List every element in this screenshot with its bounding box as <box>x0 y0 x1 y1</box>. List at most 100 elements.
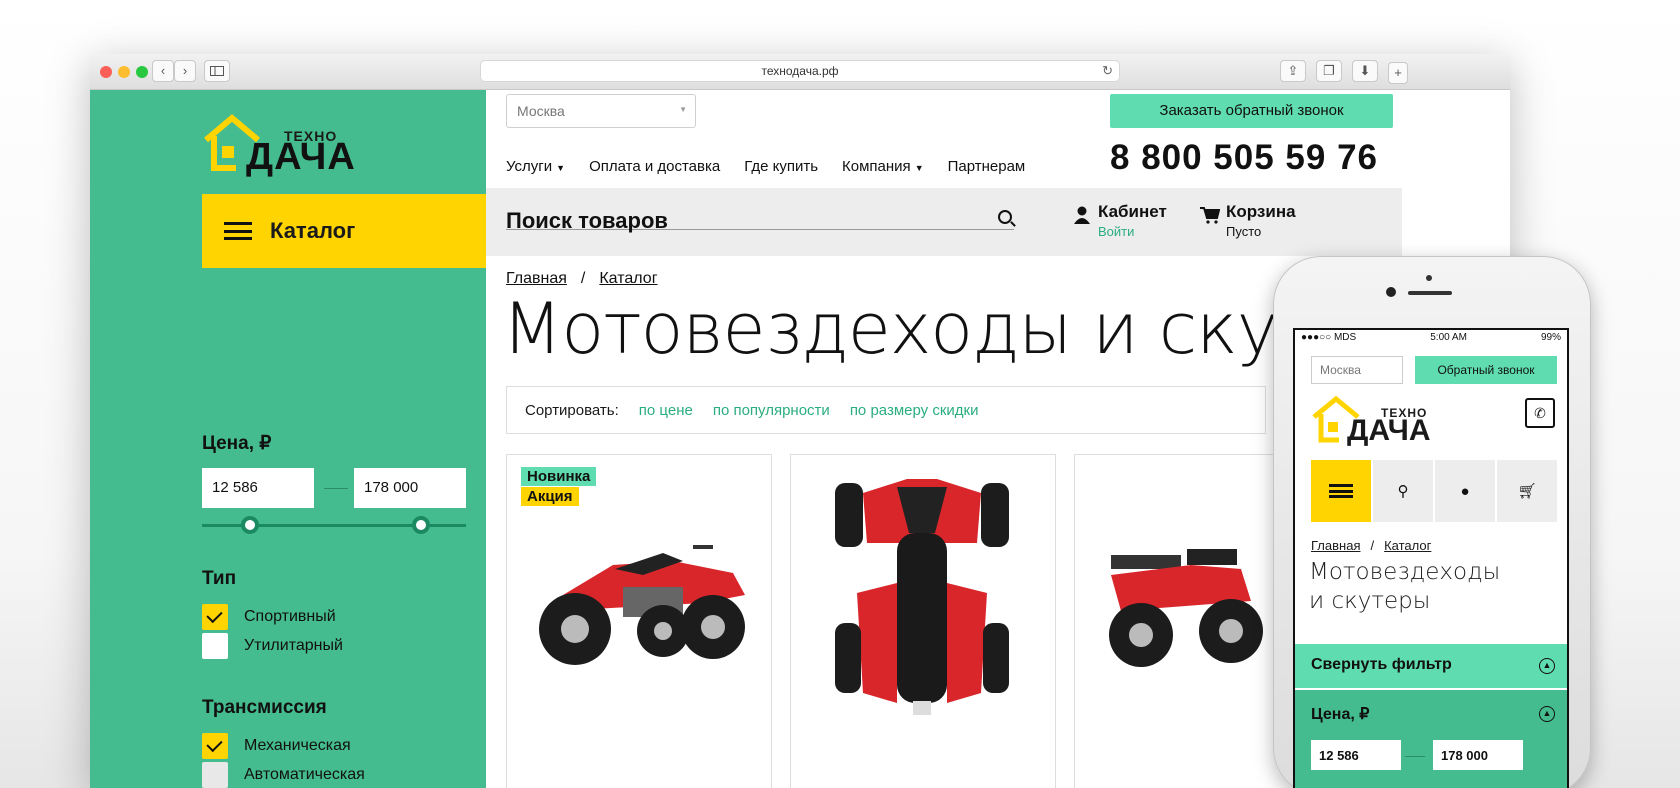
atv-side-image <box>539 545 745 665</box>
cart-status: Пусто <box>1226 224 1262 239</box>
mobile-site-logo[interactable]: ТЕХНО ДАЧА <box>1311 394 1451 448</box>
price-min-input[interactable]: 12 586 <box>202 468 314 508</box>
forward-icon[interactable]: › <box>174 60 196 82</box>
mobile-user-button[interactable]: ● <box>1435 460 1495 522</box>
sort-by-popularity[interactable]: по популярности <box>713 402 830 419</box>
sort-by-price[interactable]: по цене <box>639 402 693 419</box>
logo-dacha-text: ДАЧА <box>246 136 356 178</box>
close-window-button[interactable] <box>100 66 112 78</box>
atv-utility-image <box>1109 549 1263 667</box>
tabs-overview-icon[interactable]: ❐ <box>1316 60 1342 82</box>
logo-dacha-text: ДАЧА <box>1347 414 1431 447</box>
breadcrumb-catalog[interactable]: Каталог <box>1384 538 1431 553</box>
mobile-battery: 99% <box>1540 332 1561 343</box>
transmission-filter-title: Трансмиссия <box>202 697 327 718</box>
price-slider-min-handle[interactable] <box>240 516 259 534</box>
sort-by-discount[interactable]: по размеру скидки <box>850 402 979 419</box>
new-tab-icon[interactable]: + <box>1388 62 1408 84</box>
nav-item-payment[interactable]: Оплата и доставка <box>589 158 720 175</box>
search-input[interactable]: Поиск товаров <box>506 208 1014 233</box>
mobile-tab-bar: ⚲ ● 🛒︎ <box>1311 460 1557 522</box>
atv-top-image <box>835 479 1009 715</box>
city-select-value: Москва <box>517 103 565 119</box>
price-range-dash <box>1405 756 1425 757</box>
breadcrumb: Главная / Каталог <box>506 270 658 287</box>
mobile-price-min-input[interactable]: 12 586 <box>1311 740 1401 770</box>
product-card[interactable]: Новинка Акция <box>506 454 772 788</box>
cart-link[interactable]: Корзина Пусто <box>1226 202 1296 239</box>
price-max-input[interactable]: 178 000 <box>354 468 466 508</box>
chevron-down-icon: ▼ <box>679 105 687 114</box>
city-select[interactable]: Москва ▼ <box>506 94 696 128</box>
checkbox-manual[interactable] <box>202 733 228 759</box>
phone-camera <box>1386 287 1396 297</box>
address-bar[interactable]: технодача.рф ↻ <box>480 60 1120 82</box>
login-link[interactable]: Войти <box>1098 224 1167 239</box>
phone-call-icon[interactable]: ✆ <box>1525 398 1555 428</box>
zoom-window-button[interactable] <box>136 66 148 78</box>
price-slider-max-handle[interactable] <box>412 516 431 534</box>
checkbox-manual-label: Механическая <box>244 737 351 754</box>
collapse-filter-button[interactable]: Свернуть фильтр ▲ <box>1295 644 1567 688</box>
badge-sale: Акция <box>521 487 579 506</box>
checkbox-automatic[interactable] <box>202 762 228 788</box>
mobile-search-button[interactable]: ⚲ <box>1373 460 1433 522</box>
checkbox-utility-label: Утилитарный <box>244 637 343 654</box>
breadcrumb-home[interactable]: Главная <box>506 270 567 287</box>
back-icon[interactable]: ‹ <box>152 60 174 82</box>
checkbox-sport-label: Спортивный <box>244 608 336 625</box>
mobile-city-select[interactable]: Москва <box>1311 356 1403 384</box>
cabinet-label: Кабинет <box>1098 202 1167 221</box>
mobile-callback-button[interactable]: Обратный звонок <box>1415 356 1557 384</box>
mobile-title-line1: Мотовездеходы <box>1309 559 1501 585</box>
checkbox-sport[interactable] <box>202 604 228 630</box>
price-filter-title: Цена, ₽ <box>202 433 272 454</box>
chevron-up-icon[interactable]: ▲ <box>1539 706 1555 722</box>
share-icon[interactable]: ⇪ <box>1280 60 1306 82</box>
mobile-price-title: Цена, ₽ <box>1311 706 1370 723</box>
mobile-title-line2: и скутеры <box>1309 588 1431 614</box>
nav-item-services[interactable]: Услуги ▼ <box>506 158 565 175</box>
filter-sidebar: ТЕХНО ДАЧА Каталог Цена, ₽ 12 586 178 00… <box>90 90 486 788</box>
phone-speaker <box>1408 291 1452 295</box>
breadcrumb-home[interactable]: Главная <box>1311 538 1360 553</box>
search-icon[interactable] <box>998 210 1012 224</box>
nav-item-partners[interactable]: Партнерам <box>948 158 1026 175</box>
breadcrumb-catalog[interactable]: Каталог <box>599 270 657 287</box>
mobile-price-max-input[interactable]: 178 000 <box>1433 740 1523 770</box>
phone-mockup: ●●●○○ MDS 5:00 AM 99% Москва Обратный зв… <box>1273 256 1591 788</box>
sort-label: Сортировать: <box>525 401 619 419</box>
user-icon <box>1074 206 1090 224</box>
site-logo[interactable]: ТЕХНО ДАЧА <box>202 112 372 178</box>
mobile-page-title: Мотовездеходы и скутеры <box>1309 558 1500 616</box>
catalog-label: Каталог <box>270 218 356 243</box>
cabinet-link[interactable]: Кабинет Войти <box>1098 202 1167 239</box>
nav-item-where-to-buy[interactable]: Где купить <box>744 158 818 175</box>
phone-sensor <box>1426 275 1432 281</box>
collapse-filter-label: Свернуть фильтр <box>1311 656 1452 673</box>
user-icon: ● <box>1460 482 1470 500</box>
type-filter-title: Тип <box>202 568 237 589</box>
mobile-cart-button[interactable]: 🛒︎ <box>1497 460 1557 522</box>
address-bar-url: технодача.рф <box>761 64 839 78</box>
checkbox-utility[interactable] <box>202 633 228 659</box>
mobile-menu-button[interactable] <box>1311 460 1371 522</box>
menu-icon <box>224 222 252 240</box>
nav-item-company[interactable]: Компания ▼ <box>842 158 924 175</box>
price-range-dash <box>324 488 348 489</box>
menu-icon <box>1329 484 1353 498</box>
main-nav: Услуги ▼ Оплата и доставка Где купить Ком… <box>506 158 1025 175</box>
phone-number[interactable]: 8 800 505 59 76 <box>1110 138 1378 178</box>
sidebar-toggle-icon[interactable] <box>204 60 230 82</box>
chevron-down-icon: ▼ <box>914 163 924 173</box>
downloads-icon[interactable]: ⬇ <box>1352 60 1378 82</box>
sort-bar: Сортировать: по цене по популярности по … <box>506 386 1266 434</box>
chevron-up-icon: ▲ <box>1539 658 1555 674</box>
catalog-button[interactable]: Каталог <box>202 194 486 268</box>
chevron-down-icon: ▼ <box>556 163 566 173</box>
callback-button[interactable]: Заказать обратный звонок <box>1110 94 1393 128</box>
minimize-window-button[interactable] <box>118 66 130 78</box>
product-card[interactable] <box>790 454 1056 788</box>
reload-icon[interactable]: ↻ <box>1102 61 1113 81</box>
browser-toolbar: ‹ › технодача.рф ↻ ⇪ ❐ ⬇ + <box>90 54 1510 90</box>
